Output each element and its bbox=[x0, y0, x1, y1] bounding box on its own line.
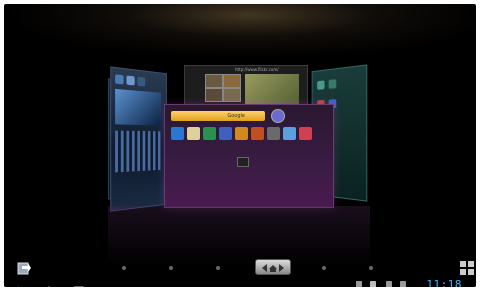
home-screen-switcher-button[interactable] bbox=[255, 259, 291, 275]
browser-url: http://www.flickr.com/ bbox=[235, 67, 279, 72]
back-icon[interactable] bbox=[14, 280, 28, 287]
app-icon[interactable] bbox=[203, 127, 216, 140]
app-icon[interactable] bbox=[267, 127, 280, 140]
photo-preview[interactable] bbox=[245, 74, 299, 108]
previous-screen-icon[interactable] bbox=[16, 260, 32, 276]
photo-widget[interactable] bbox=[115, 88, 162, 126]
gallery-thumb[interactable] bbox=[205, 88, 223, 102]
gallery-thumb[interactable] bbox=[205, 74, 223, 88]
homescreen-panel-main[interactable]: Google bbox=[164, 104, 334, 208]
keyboard-widget[interactable] bbox=[115, 130, 162, 173]
app-icon[interactable] bbox=[251, 127, 264, 140]
home-screen: http://www.flickr.com/ Google 11:18 bbox=[4, 4, 476, 287]
page-dot[interactable] bbox=[169, 266, 173, 270]
app-icon[interactable] bbox=[187, 127, 200, 140]
app-icon[interactable] bbox=[328, 79, 337, 89]
usb-icon bbox=[356, 281, 362, 287]
recent-apps-icon[interactable] bbox=[70, 280, 84, 287]
google-search-bar[interactable]: Google bbox=[171, 111, 265, 121]
clock[interactable]: 11:18 bbox=[426, 278, 462, 287]
gallery-thumb[interactable] bbox=[223, 74, 241, 88]
wallpaper bbox=[4, 4, 476, 59]
app-icon[interactable] bbox=[299, 127, 312, 140]
gallery-thumb[interactable] bbox=[223, 88, 241, 102]
app-icon[interactable] bbox=[283, 127, 296, 140]
notification-icon[interactable] bbox=[237, 157, 249, 167]
page-dot[interactable] bbox=[369, 266, 373, 270]
app-icon[interactable] bbox=[219, 127, 232, 140]
widget-icon[interactable] bbox=[115, 74, 124, 85]
app-icon[interactable] bbox=[317, 80, 325, 90]
search-label: Google bbox=[227, 113, 245, 119]
debug-icon bbox=[370, 281, 376, 287]
widget-icon[interactable] bbox=[126, 75, 135, 86]
homescreen-panel-left[interactable] bbox=[110, 66, 167, 212]
microphone-icon[interactable] bbox=[271, 109, 285, 123]
page-dot[interactable] bbox=[122, 266, 126, 270]
widget-icon[interactable] bbox=[137, 76, 146, 87]
app-dock bbox=[171, 127, 327, 141]
page-dot[interactable] bbox=[216, 266, 220, 270]
app-icon[interactable] bbox=[171, 127, 184, 140]
panel-reflection bbox=[108, 206, 370, 266]
sd-card-icon bbox=[386, 281, 392, 287]
download-icon bbox=[400, 281, 406, 287]
home-icon[interactable] bbox=[42, 280, 56, 287]
app-icon[interactable] bbox=[235, 127, 248, 140]
page-dot[interactable] bbox=[322, 266, 326, 270]
all-apps-icon[interactable] bbox=[460, 260, 474, 275]
